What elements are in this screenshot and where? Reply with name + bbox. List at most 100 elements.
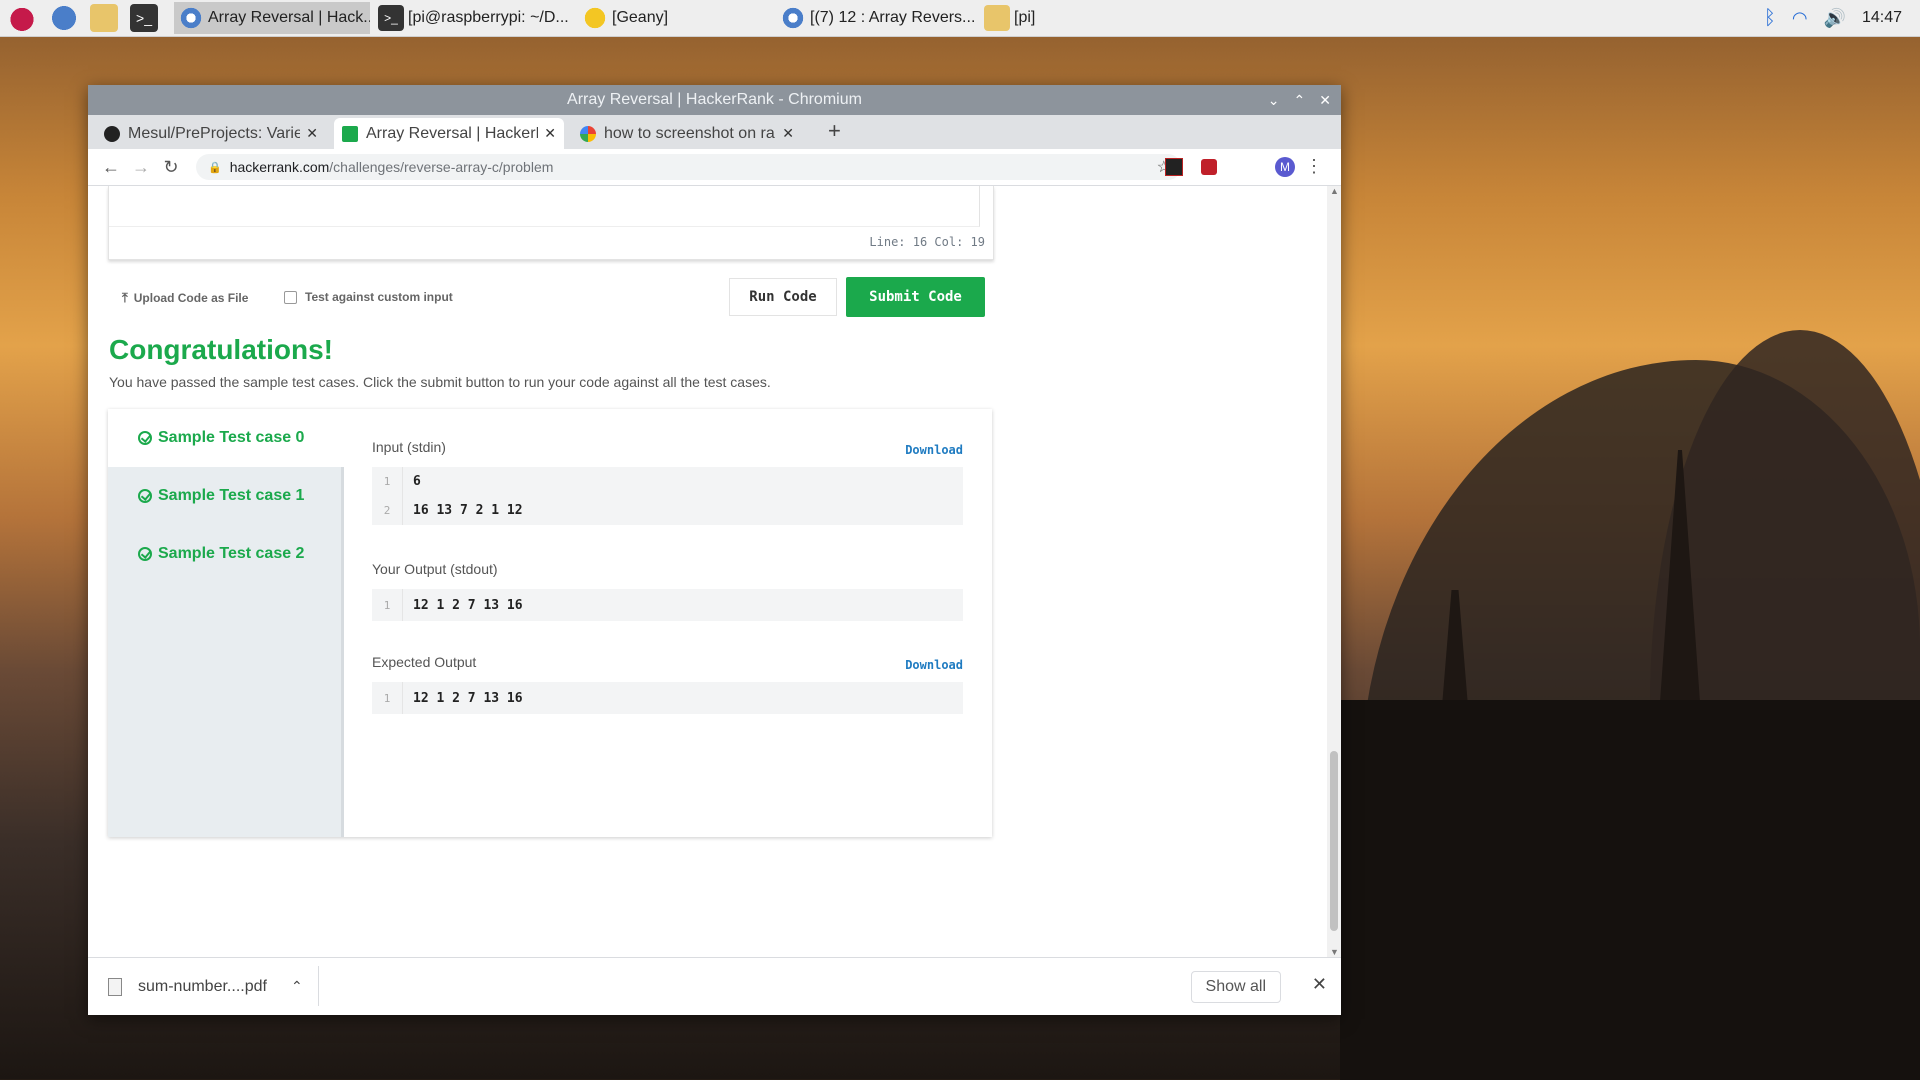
download-item[interactable]: sum-number....pdf ⌃	[108, 958, 303, 1015]
window-controls: ⌄ ⌃ ✕	[1268, 85, 1331, 115]
tab-sample-test-case-2[interactable]: Sample Test case 2	[108, 525, 341, 583]
result-heading: Congratulations!	[109, 334, 333, 365]
maximize-icon[interactable]: ⌃	[1294, 92, 1306, 109]
test-results: Sample Test case 0 Sample Test case 1 Sa…	[108, 409, 992, 837]
window-title: Array Reversal | HackerRank - Chromium	[567, 91, 862, 108]
check-circle-icon	[138, 431, 152, 445]
tab-close-icon[interactable]: ✕	[306, 125, 318, 142]
check-circle-icon	[138, 547, 152, 561]
code-editor[interactable]: Line: 16 Col: 19	[108, 186, 994, 260]
raspberry-menu-icon[interactable]	[8, 4, 36, 32]
tab-close-icon[interactable]: ✕	[544, 125, 556, 142]
tab-strip: Mesul/PreProjects: Varie ✕ Array Reversa…	[88, 115, 1341, 149]
extension-area	[1165, 149, 1217, 185]
volume-icon[interactable]: 🔊	[1824, 8, 1846, 29]
code-line: 2 16 13 7 2 1 12	[372, 496, 963, 525]
tab-hackerrank[interactable]: Array Reversal | HackerR ✕	[334, 118, 564, 149]
address-bar[interactable]: 🔒 hackerrank.com /challenges/reverse-arr…	[196, 154, 1181, 180]
github-icon	[104, 125, 120, 142]
line-number: 1	[372, 467, 403, 496]
terminal-launcher-icon[interactable]: >_	[130, 4, 158, 32]
line-number: 2	[372, 496, 403, 525]
extension-icon-2[interactable]	[1201, 159, 1217, 175]
taskbar-task-label: Array Reversal | Hack...	[208, 9, 370, 26]
web-browser-icon[interactable]	[50, 4, 78, 32]
upload-code-link[interactable]: ⤒ Upload Code as File	[122, 290, 248, 306]
input-title: Input (stdin)	[372, 439, 446, 455]
taskbar-task-geany[interactable]: [Geany]	[578, 2, 770, 34]
clock[interactable]: 14:47	[1862, 9, 1902, 27]
test-case-list: Sample Test case 0 Sample Test case 1 Sa…	[108, 409, 342, 837]
wifi-icon[interactable]: ◠	[1792, 8, 1808, 29]
submit-code-button[interactable]: Submit Code	[846, 277, 985, 317]
tab-github[interactable]: Mesul/PreProjects: Varie ✕	[96, 118, 326, 149]
show-all-button[interactable]: Show all	[1190, 971, 1281, 1003]
taskbar: >_ Array Reversal | Hack... >_ [pi@raspb…	[0, 0, 1920, 37]
download-close-icon[interactable]: ✕	[1312, 974, 1327, 995]
pdf-file-icon	[108, 977, 122, 996]
tab-close-icon[interactable]: ✕	[782, 125, 794, 142]
download-separator	[318, 966, 319, 1006]
expected-download-link[interactable]: Download	[905, 658, 963, 672]
chromium-icon	[178, 5, 204, 31]
folder-icon	[984, 5, 1010, 31]
profile-avatar[interactable]: M	[1275, 157, 1295, 177]
taskbar-task-chromium-youtube[interactable]: [(7) 12 : Array Revers...	[776, 2, 978, 34]
tab-google-search[interactable]: how to screenshot on ra ✕	[572, 118, 802, 149]
custom-input-toggle[interactable]: Test against custom input	[284, 290, 453, 304]
tab-sample-test-case-1[interactable]: Sample Test case 1	[108, 467, 341, 525]
test-case-label: Sample Test case 1	[158, 487, 305, 504]
run-code-button[interactable]: Run Code	[729, 278, 837, 316]
reload-icon[interactable]: ↻	[156, 157, 186, 178]
chromium-icon	[780, 5, 806, 31]
upload-icon: ⤒	[122, 290, 128, 305]
geany-icon	[582, 5, 608, 31]
terminal-icon: >_	[378, 5, 404, 31]
lock-icon: 🔒	[208, 161, 222, 174]
expected-title: Expected Output	[372, 654, 477, 670]
google-icon	[580, 125, 596, 142]
extension-icon-1[interactable]	[1165, 158, 1183, 176]
scroll-up-arrow-icon[interactable]: ▲	[1330, 186, 1339, 196]
input-panel: Input (stdin) Download 1 6 2 16 13 7 2 1…	[372, 439, 963, 525]
input-title-row: Input (stdin) Download	[372, 439, 963, 461]
code-line: 1 12 1 2 7 13 16	[372, 682, 963, 714]
taskbar-task-folder[interactable]: [pi]	[980, 2, 1170, 34]
window-titlebar[interactable]: Array Reversal | HackerRank - Chromium ⌄…	[88, 85, 1341, 115]
code-actions: ⤒ Upload Code as File Test against custo…	[108, 277, 992, 322]
url-host: hackerrank.com	[229, 159, 330, 175]
bluetooth-icon[interactable]: ᛒ	[1764, 7, 1776, 30]
expected-code-block: 1 12 1 2 7 13 16	[372, 682, 963, 714]
scroll-down-arrow-icon[interactable]: ▼	[1330, 947, 1339, 957]
line-number: 1	[372, 682, 403, 714]
output-title-row: Your Output (stdout)	[372, 561, 963, 583]
tab-label: Mesul/PreProjects: Varie	[128, 124, 301, 142]
taskbar-task-terminal[interactable]: >_ [pi@raspberrypi: ~/D...	[374, 2, 572, 34]
line-text: 6	[413, 474, 421, 489]
input-code-block: 1 6 2 16 13 7 2 1 12	[372, 467, 963, 525]
scroll-thumb[interactable]	[1330, 751, 1338, 931]
system-tray: ᛒ ◠ 🔊 14:47	[1764, 0, 1920, 36]
close-icon[interactable]: ✕	[1319, 92, 1331, 109]
new-tab-button[interactable]: +	[828, 118, 841, 144]
download-shelf: sum-number....pdf ⌃ Show all ✕	[88, 957, 1341, 1015]
code-line: 1 6	[372, 467, 963, 496]
output-panel: Your Output (stdout) 1 12 1 2 7 13 16	[372, 561, 963, 621]
test-case-label: Sample Test case 0	[158, 429, 305, 446]
code-editor-area[interactable]	[109, 186, 980, 227]
forward-icon[interactable]: →	[126, 157, 156, 178]
custom-input-checkbox[interactable]	[284, 290, 297, 304]
minimize-icon[interactable]: ⌄	[1268, 92, 1280, 109]
menu-kebab-icon[interactable]: ⋮	[1305, 156, 1323, 177]
back-icon[interactable]: ←	[96, 157, 126, 178]
taskbar-task-label: [(7) 12 : Array Revers...	[810, 9, 976, 26]
result-message: You have passed the sample test cases. C…	[109, 374, 771, 390]
chevron-up-icon[interactable]: ⌃	[291, 978, 303, 995]
file-manager-icon[interactable]	[90, 4, 118, 32]
input-download-link[interactable]: Download	[905, 443, 963, 457]
download-filename: sum-number....pdf	[138, 977, 267, 995]
hackerrank-icon	[342, 125, 358, 142]
page-scrollbar[interactable]: ▲ ▼	[1327, 186, 1341, 957]
tab-sample-test-case-0[interactable]: Sample Test case 0	[108, 409, 342, 467]
taskbar-task-chromium-hackerrank[interactable]: Array Reversal | Hack...	[174, 2, 370, 34]
